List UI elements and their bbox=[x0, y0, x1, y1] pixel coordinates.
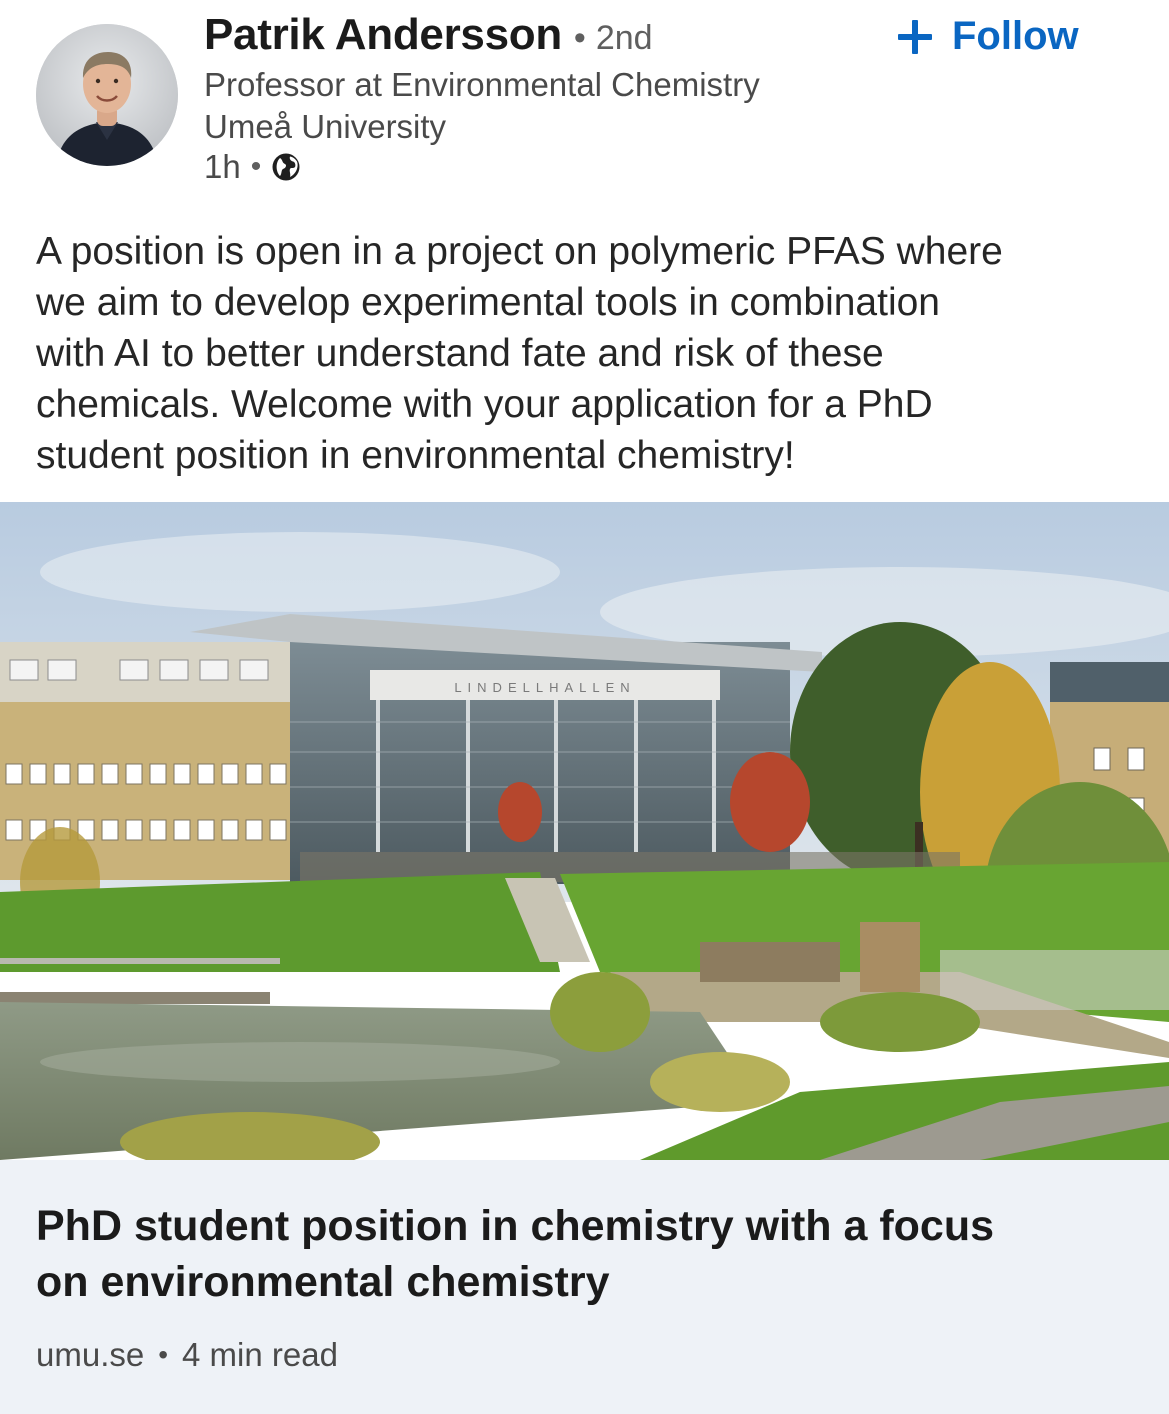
post-text-line: A position is open in a project on polym… bbox=[36, 230, 1003, 273]
link-domain: umu.se bbox=[36, 1336, 145, 1373]
follow-label: Follow bbox=[952, 14, 1079, 58]
link-meta: umu.se • 4 min read bbox=[36, 1336, 338, 1374]
post-header: Patrik Andersson • 2nd Professor at Envi… bbox=[0, 0, 1169, 200]
post-text: A position is open in a project on polym… bbox=[36, 226, 1146, 481]
post-image[interactable]: LINDELLHALLEN bbox=[0, 502, 1169, 1160]
link-title-line: on environmental chemistry bbox=[36, 1258, 610, 1306]
link-preview-card[interactable]: PhD student position in chemistry with a… bbox=[0, 1160, 1169, 1414]
globe-icon bbox=[271, 152, 301, 182]
post-text-line: chemicals. Welcome with your application… bbox=[36, 383, 933, 426]
post-text-line: with AI to better understand fate and ri… bbox=[36, 332, 884, 375]
author-name[interactable]: Patrik Andersson bbox=[204, 10, 562, 60]
link-title[interactable]: PhD student position in chemistry with a… bbox=[36, 1198, 1136, 1310]
separator-dot: • bbox=[250, 150, 262, 183]
post-text-line: student position in environmental chemis… bbox=[36, 434, 795, 477]
linkedin-post: Patrik Andersson • 2nd Professor at Envi… bbox=[0, 0, 1169, 1414]
plus-icon bbox=[896, 18, 934, 56]
link-title-line: PhD student position in chemistry with a… bbox=[36, 1202, 995, 1250]
author-name-row: Patrik Andersson • 2nd bbox=[204, 10, 653, 60]
avatar-photo bbox=[36, 24, 178, 166]
post-meta: 1h • bbox=[204, 148, 301, 186]
avatar[interactable] bbox=[36, 24, 178, 166]
connection-degree: 2nd bbox=[595, 19, 653, 57]
author-headline: Professor at Environmental Chemistry Ume… bbox=[204, 64, 760, 148]
post-time: 1h bbox=[204, 148, 241, 185]
separator-dot: • bbox=[573, 19, 586, 57]
campus-photo: LINDELLHALLEN bbox=[0, 502, 1169, 1160]
post-text-line: we aim to develop experimental tools in … bbox=[36, 281, 940, 324]
follow-button[interactable]: Follow bbox=[896, 14, 1079, 59]
headline-line: Umeå University bbox=[204, 108, 447, 145]
read-time: 4 min read bbox=[182, 1336, 338, 1373]
separator-dot: • bbox=[158, 1339, 169, 1370]
building-sign: LINDELLHALLEN bbox=[454, 680, 635, 695]
headline-line: Professor at Environmental Chemistry bbox=[204, 66, 760, 103]
